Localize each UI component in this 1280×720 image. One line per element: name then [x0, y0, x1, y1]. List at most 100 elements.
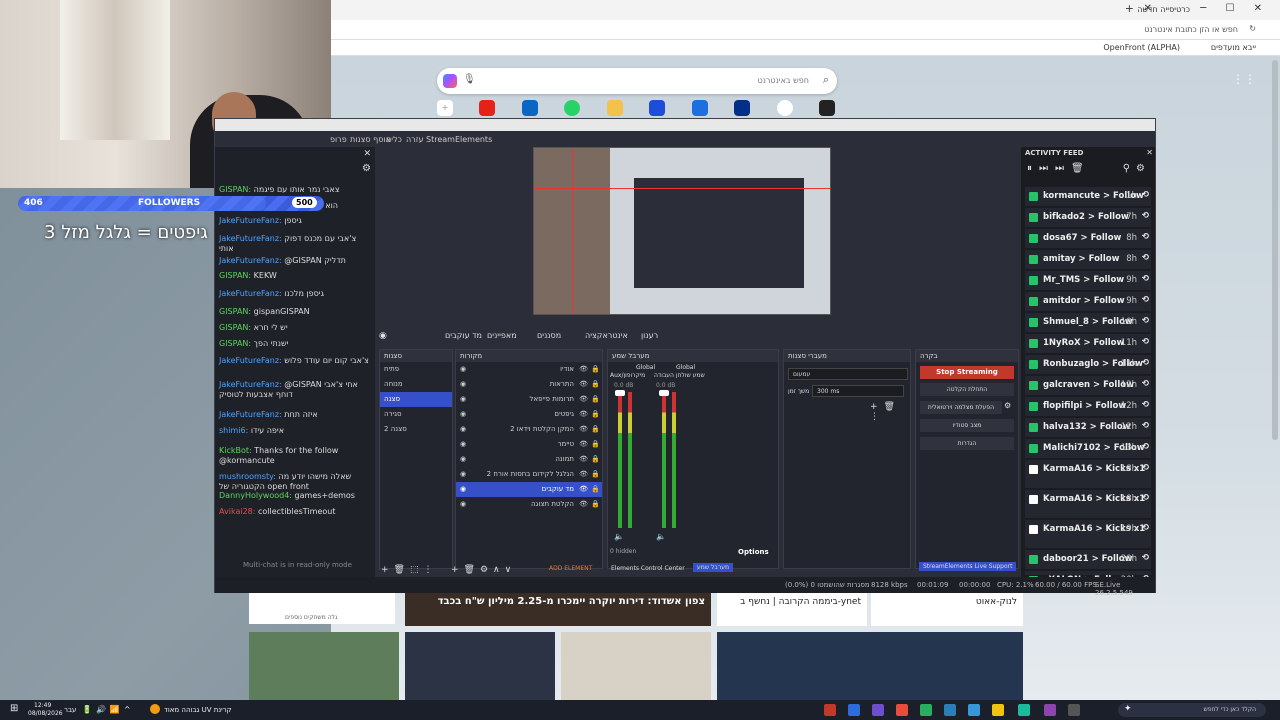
- activity-item[interactable]: galcraven > Follow 12h ⟲: [1025, 376, 1151, 395]
- virtual-cam-settings-icon[interactable]: ⚙: [1004, 401, 1011, 410]
- activity-item[interactable]: Ronbuzaglo > Follow 11h ⟲: [1025, 355, 1151, 374]
- youtube-taskbar-icon[interactable]: [824, 704, 836, 716]
- menu-streamelements[interactable]: StreamElements: [426, 135, 492, 144]
- lock-icon[interactable]: 🔒: [591, 395, 600, 403]
- news-card-headline2[interactable]: ביממה הקרובה | נחשף ב-ynet: [717, 592, 867, 626]
- tray-icons[interactable]: 🔋🔊📶^: [82, 705, 135, 714]
- activity-item[interactable]: daboor21 > Follow 20h ⟲: [1025, 550, 1151, 569]
- activity-item[interactable]: KarmaA16 > Kicks x1 18h ⟲: [1025, 460, 1151, 488]
- taskbar-search-input[interactable]: הקלד כאן כדי לחפש: [1203, 706, 1256, 713]
- lock-icon[interactable]: 🔒: [591, 410, 600, 418]
- source-item[interactable]: ◉ המקן הקלטת וידאו 2 👁 🔒: [456, 422, 602, 437]
- menu-scene-collection[interactable]: אוסף סצנות: [350, 135, 391, 144]
- shopping-shortcut-icon[interactable]: [607, 100, 623, 116]
- chat-username[interactable]: mushroomsty:: [219, 472, 276, 481]
- activity-item[interactable]: kormancute > Follow 1h ⟲: [1025, 187, 1151, 206]
- lock-icon[interactable]: 🔒: [591, 500, 600, 508]
- visibility-eye-icon[interactable]: 👁: [579, 365, 588, 373]
- fader-ch2[interactable]: [659, 390, 669, 396]
- news-card-headline3[interactable]: לנוק-אאוט: [871, 592, 1023, 626]
- address-input[interactable]: חפש או הזן כתובת אינטרנט: [1144, 25, 1238, 34]
- source-item[interactable]: ◉ תמונה 👁 🔒: [456, 452, 602, 467]
- chat-username[interactable]: GISPAN:: [219, 307, 251, 316]
- news-image-4[interactable]: [717, 632, 1023, 700]
- source-item[interactable]: ◉ תרומות פייפאל 👁 🔒: [456, 392, 602, 407]
- chat-settings-icon[interactable]: ⚙: [362, 163, 371, 174]
- visibility-eye-icon[interactable]: 👁: [579, 380, 588, 388]
- source-item[interactable]: ◉ הגלגל לקידום בחסות אורח 2 👁 🔒: [456, 467, 602, 482]
- elements-control-center-tab[interactable]: Elements Control Center: [611, 565, 685, 572]
- options-dropdown[interactable]: Options: [738, 548, 769, 556]
- replay-icon[interactable]: ⟲: [1142, 421, 1149, 431]
- replay-icon[interactable]: ⟲: [1142, 379, 1149, 389]
- live-support-button[interactable]: StreamElements Live Support: [919, 562, 1017, 571]
- scene-item[interactable]: סגירה: [380, 407, 452, 422]
- language-indicator[interactable]: עבר: [64, 706, 76, 714]
- settings-button[interactable]: הגדרות: [920, 437, 1014, 450]
- replay-icon[interactable]: ⟲: [1142, 400, 1149, 410]
- copilot-taskbar-icon[interactable]: [1044, 704, 1056, 716]
- visibility-eye-icon[interactable]: 👁: [579, 395, 588, 403]
- transition-type-select[interactable]: עמעום: [788, 368, 908, 380]
- activity-item[interactable]: Shmuel_8 > Follow 10h ⟲: [1025, 313, 1151, 332]
- chat-username[interactable]: GISPAN:: [219, 339, 251, 348]
- search-input[interactable]: חפש באינטרנט: [758, 76, 810, 85]
- activity-item[interactable]: Malichi7102 > Follow 13h ⟲: [1025, 439, 1151, 458]
- bookmark-import[interactable]: ייבא מועדפים: [1211, 43, 1256, 52]
- activity-item[interactable]: flopifilpi > Follow 12h ⟲: [1025, 397, 1151, 416]
- scene-buttons-icon[interactable]: +🗑⬚⋮: [381, 565, 437, 575]
- whatsapp-shortcut-icon[interactable]: [564, 100, 580, 116]
- virtual-camera-button[interactable]: הפעלת מצלמה וירטואלית: [920, 401, 1002, 414]
- transition-buttons-icon[interactable]: +🗑⋮: [870, 402, 910, 422]
- duration-input[interactable]: 300 ms: [812, 385, 904, 397]
- linkedin-shortcut-icon[interactable]: [522, 100, 538, 116]
- add-element-button[interactable]: ADD ELEMENT: [549, 565, 592, 572]
- chat-username[interactable]: JakeFutureFanz:: [219, 380, 282, 389]
- activity-item[interactable]: xXALON > Follow20h⟲: [1025, 571, 1151, 585]
- app2-taskbar-icon[interactable]: [848, 704, 860, 716]
- paypal-shortcut-icon[interactable]: [734, 100, 750, 116]
- activity-item[interactable]: amitay > Follow 8h ⟲: [1025, 250, 1151, 269]
- news-image-3[interactable]: [561, 632, 711, 700]
- activity-item[interactable]: dosa67 > Follow 8h ⟲: [1025, 229, 1151, 248]
- chat-username[interactable]: JakeFutureFanz:: [219, 356, 282, 365]
- dark-shortcut-icon[interactable]: [819, 100, 835, 116]
- youtube-shortcut-icon[interactable]: [479, 100, 495, 116]
- close-chat-icon[interactable]: ✕: [363, 149, 371, 159]
- source-item[interactable]: ◉ מד עוקבים 👁 🔒: [456, 482, 602, 497]
- search-box[interactable]: 🎙 חפש באינטרנט ⌕: [437, 68, 837, 94]
- source-item[interactable]: ◉ אודיו 👁 🔒: [456, 362, 602, 377]
- replay-icon[interactable]: ⟲: [1142, 232, 1149, 242]
- chat-username[interactable]: shimi6:: [219, 426, 248, 435]
- replay-icon[interactable]: ⟲: [1142, 253, 1149, 263]
- news-card-games[interactable]: גלה משחקים נוספים: [249, 592, 395, 624]
- lock-icon[interactable]: 🔒: [591, 380, 600, 388]
- lock-icon[interactable]: 🔒: [591, 485, 600, 493]
- windows-start-icon[interactable]: ⊞: [10, 703, 18, 714]
- chat-username[interactable]: JakeFutureFanz:: [219, 410, 282, 419]
- studio-mode-button[interactable]: מצב סטודיו: [920, 419, 1014, 432]
- lock-icon[interactable]: 🔒: [591, 365, 600, 373]
- chat-username[interactable]: GISPAN:: [219, 185, 251, 194]
- edge-taskbar-icon[interactable]: [1018, 704, 1030, 716]
- scene-item[interactable]: סצנה 2: [380, 422, 452, 437]
- address-bar[interactable]: חפש או הזן כתובת אינטרנט ↻: [331, 20, 1280, 40]
- source-item[interactable]: ◉ גיפטים 👁 🔒: [456, 407, 602, 422]
- activity-controls-icon[interactable]: ⏸⏭⏭🗑: [1027, 163, 1091, 174]
- microphone-icon[interactable]: 🎙: [463, 74, 476, 85]
- close-activity-icon[interactable]: ✕: [1146, 148, 1153, 157]
- lock-icon[interactable]: 🔒: [591, 440, 600, 448]
- filters-button[interactable]: מסננים: [537, 331, 561, 340]
- clock-time[interactable]: 12:49: [34, 702, 51, 709]
- stream-preview[interactable]: [533, 147, 831, 315]
- news-image-2[interactable]: [405, 632, 555, 700]
- activity-filter-settings-icon[interactable]: ⚲⚙: [1123, 163, 1151, 174]
- source-buttons-icon[interactable]: +🗑⚙∧∨: [451, 565, 516, 575]
- chat-username[interactable]: JakeFutureFanz:: [219, 289, 282, 298]
- replay-icon[interactable]: ⟲: [1142, 358, 1149, 368]
- activity-item[interactable]: KarmaA16 > Kicks x1 18h ⟲: [1025, 490, 1151, 518]
- visibility-eye-icon[interactable]: 👁: [579, 470, 588, 478]
- replay-icon[interactable]: ⟲: [1142, 442, 1149, 452]
- taskbar-search-box[interactable]: ✦ הקלד כאן כדי לחפש: [1118, 703, 1266, 717]
- properties-button[interactable]: מאפיינים: [487, 331, 517, 340]
